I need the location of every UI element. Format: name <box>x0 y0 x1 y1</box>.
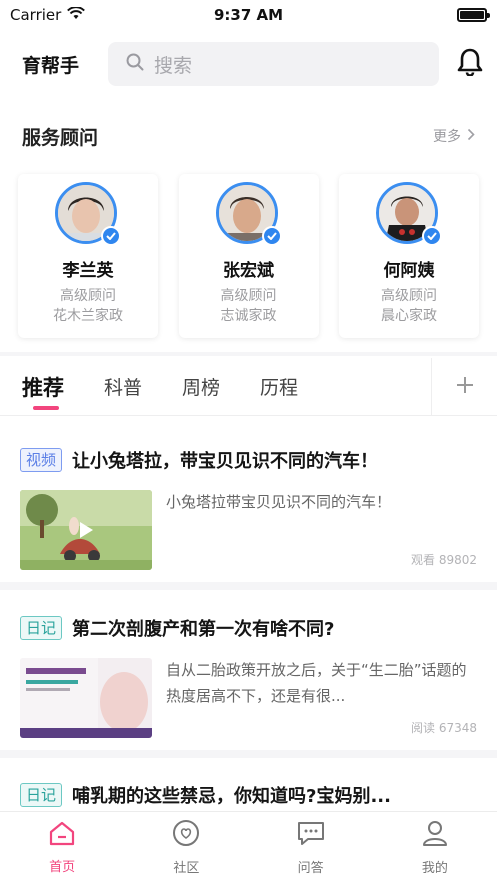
advisor-company: 花木兰家政 <box>53 308 123 324</box>
nav-profile[interactable]: 我的 <box>373 812 497 883</box>
advisor-company: 晨心家政 <box>381 308 437 324</box>
chat-icon <box>296 819 326 851</box>
nav-home-label: 首页 <box>49 860 76 875</box>
verified-icon <box>422 226 442 246</box>
section-title: 服务顾问 <box>22 126 99 149</box>
search-input[interactable]: 搜索 <box>108 42 439 86</box>
nav-home[interactable]: 首页 <box>0 812 124 883</box>
avatar-wrap <box>376 182 442 246</box>
tab-science[interactable]: 科普 <box>84 358 162 416</box>
video-thumbnail[interactable] <box>20 490 152 570</box>
article-title-row: 日记 第二次剖腹产和第一次有啥不同? <box>20 608 477 648</box>
app-name: 育帮手 <box>22 54 80 77</box>
advisor-card[interactable]: 张宏斌 高级顾问 志诚家政 <box>178 174 319 338</box>
battery-level <box>460 11 484 19</box>
article-divider <box>0 750 497 758</box>
article-title-row: 视频 让小兔塔拉，带宝贝见识不同的汽车！ <box>20 440 477 480</box>
advisors-section-header: 服务顾问 更多 <box>0 118 497 154</box>
advisor-card[interactable]: 何阿姨 高级顾问 晨心家政 <box>339 174 479 338</box>
tab-bar: 推荐 科普 周榜 历程 <box>0 358 497 416</box>
tab-history[interactable]: 历程 <box>240 358 318 416</box>
search-icon <box>126 53 144 76</box>
article-summary: 小兔塔拉带宝贝见识不同的汽车！ 观看 89802 <box>166 490 477 570</box>
chevron-right-icon <box>467 128 475 145</box>
article-title: 哺乳期的这些禁忌，你知道吗?宝妈别... <box>72 786 391 807</box>
nav-community[interactable]: 社区 <box>124 812 248 883</box>
article-thumbnail[interactable] <box>20 658 152 738</box>
advisor-company: 志诚家政 <box>220 308 277 324</box>
read-count: 阅读 67348 <box>411 720 477 735</box>
article-card[interactable]: 视频 让小兔塔拉，带宝贝见识不同的汽车！ 小兔塔拉带宝贝见识不同的汽车！ 观看 … <box>0 440 497 570</box>
plus-icon <box>456 376 474 398</box>
advisor-role: 高级顾问 <box>381 288 437 304</box>
more-label: 更多 <box>433 129 461 145</box>
tab-weekly[interactable]: 周榜 <box>162 358 240 416</box>
nav-profile-label: 我的 <box>421 861 448 876</box>
tab-recommend[interactable]: 推荐 <box>0 358 84 416</box>
avatar-wrap <box>215 182 282 246</box>
article-divider <box>0 582 497 590</box>
nav-qa-label: 问答 <box>297 861 324 876</box>
verified-icon <box>101 226 121 246</box>
status-left: Carrier <box>10 6 86 24</box>
home-icon <box>48 820 76 850</box>
avatar-wrap <box>55 182 121 246</box>
article-title-row: 日记 哺乳期的这些禁忌，你知道吗?宝妈别... <box>20 775 477 815</box>
play-icon <box>76 520 96 544</box>
advisor-card[interactable]: 李兰英 高级顾问 花木兰家政 <box>18 174 158 338</box>
carrier-label: Carrier <box>10 6 62 24</box>
article-tag: 视频 <box>20 448 63 472</box>
article-summary-text: 小兔塔拉带宝贝见识不同的汽车！ <box>166 493 392 511</box>
wifi-icon <box>67 6 86 24</box>
bell-icon <box>457 48 483 80</box>
nav-qa[interactable]: 问答 <box>249 812 373 883</box>
nav-community-label: 社区 <box>173 861 200 876</box>
article-title: 让小兔塔拉，带宝贝见识不同的汽车！ <box>72 451 379 472</box>
article-card[interactable]: 日记 第二次剖腹产和第一次有啥不同? 自从二胎政策开放之后，关于“生二胎”话题的… <box>0 608 497 738</box>
search-placeholder: 搜索 <box>154 54 193 77</box>
battery-icon <box>457 8 490 22</box>
advisor-list: 李兰英 高级顾问 花木兰家政 张宏斌 高级顾问 志诚家政 何阿姨 高级顾问 晨心… <box>0 174 497 340</box>
notification-button[interactable] <box>439 48 483 80</box>
advisor-name: 张宏斌 <box>223 261 274 281</box>
verified-icon <box>261 226 282 246</box>
bottom-nav: 首页 社区 问答 我的 <box>0 811 497 883</box>
article-summary: 自从二胎政策开放之后，关于“生二胎”话题的热度居高不下，还是有很... 阅读 6… <box>166 658 477 738</box>
profile-icon <box>421 819 449 851</box>
advisor-name: 李兰英 <box>62 261 114 281</box>
article-card[interactable]: 日记 哺乳期的这些禁忌，你知道吗?宝妈别... <box>0 775 497 815</box>
article-tag: 日记 <box>20 783 63 807</box>
more-link[interactable]: 更多 <box>433 126 475 146</box>
article-title: 第二次剖腹产和第一次有啥不同? <box>72 619 335 640</box>
section-divider <box>0 352 497 356</box>
community-icon <box>172 819 200 851</box>
article-body: 自从二胎政策开放之后，关于“生二胎”话题的热度居高不下，还是有很... 阅读 6… <box>20 658 477 738</box>
add-tab-button[interactable] <box>431 358 497 416</box>
advisor-role: 高级顾问 <box>220 288 277 304</box>
article-body: 小兔塔拉带宝贝见识不同的汽车！ 观看 89802 <box>20 490 477 570</box>
advisor-role: 高级顾问 <box>60 288 116 304</box>
view-count: 观看 89802 <box>411 552 477 567</box>
article-summary-text: 自从二胎政策开放之后，关于“生二胎”话题的热度居高不下，还是有很... <box>166 661 467 705</box>
advisor-name: 何阿姨 <box>383 261 435 281</box>
article-tag: 日记 <box>20 616 63 640</box>
app-header: 育帮手 搜索 <box>0 40 497 88</box>
status-bar: Carrier 9:37 AM <box>0 0 497 30</box>
